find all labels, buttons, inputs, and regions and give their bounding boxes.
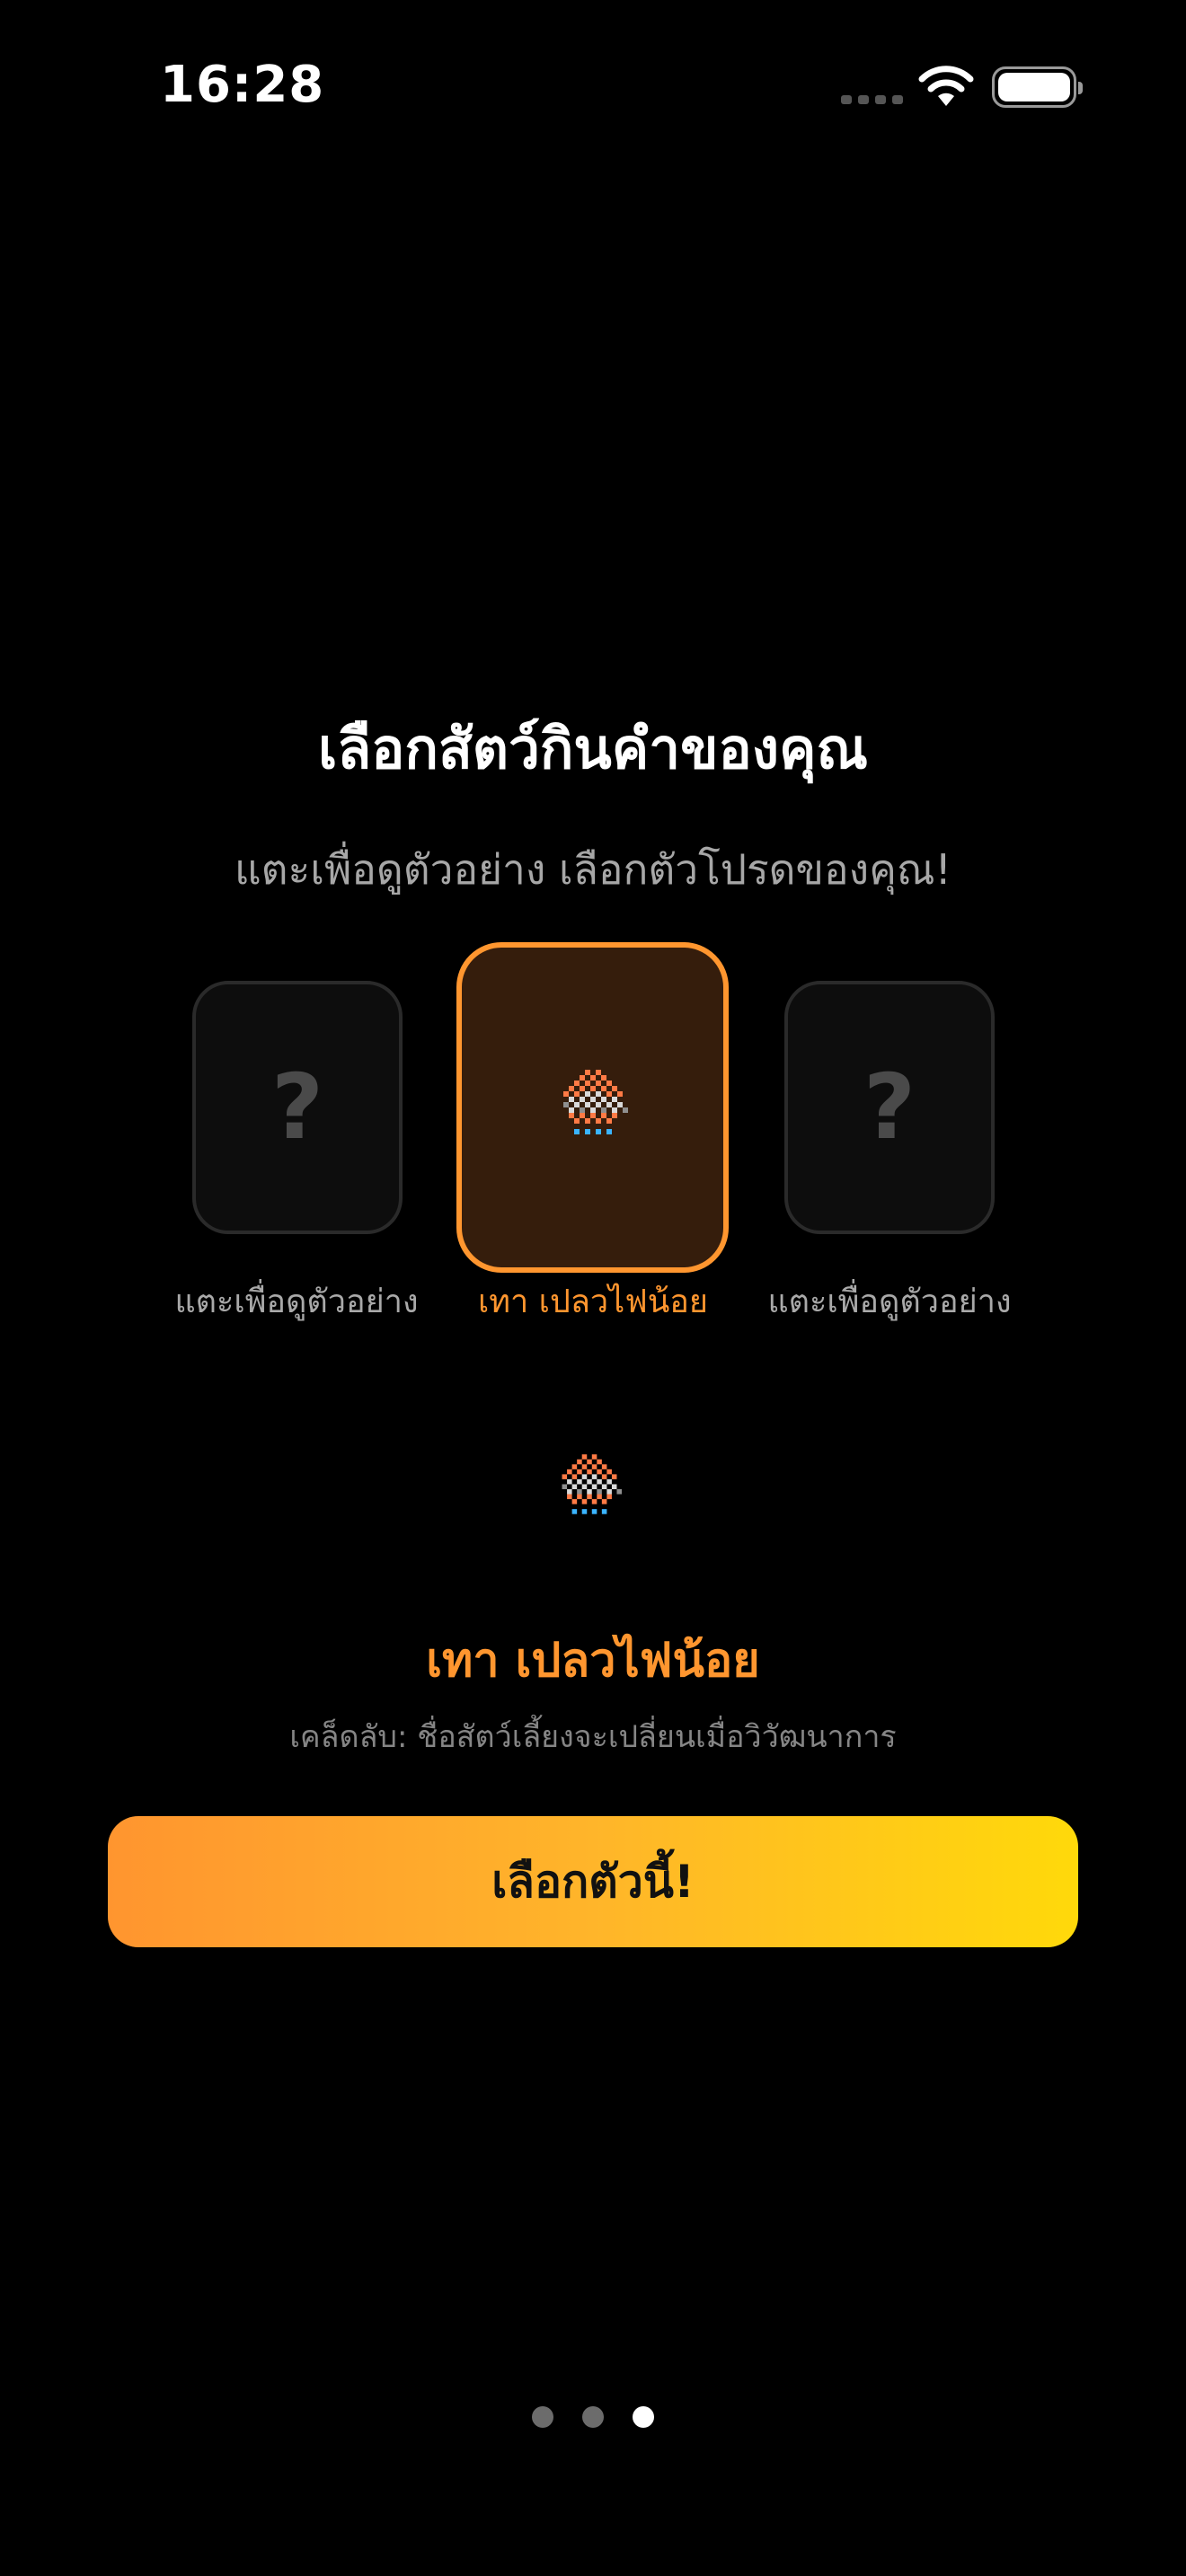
pet-card-label-left: แตะเพื่อดูตัวอย่าง [174, 1284, 419, 1320]
page-dot-3-active[interactable] [633, 2406, 654, 2428]
choose-pet-button[interactable]: เลือกตัวนี้! [108, 1816, 1078, 1947]
pet-card-locked-left[interactable]: ? [192, 981, 403, 1234]
page-subtitle: แตะเพื่อดูตัวอย่าง เลือกตัวโปรดของคุณ! [235, 845, 951, 894]
page-dot-1[interactable] [532, 2406, 553, 2428]
status-time: 16:28 [160, 56, 325, 114]
pet-name: เทา เปลวไฟน้อย [426, 1634, 760, 1688]
flame-pet-icon [563, 1070, 628, 1134]
battery-icon [992, 66, 1083, 108]
wifi-icon [918, 66, 974, 106]
pet-card-selected[interactable] [456, 942, 729, 1273]
pet-card-locked-right[interactable]: ? [784, 981, 995, 1234]
evolution-tip: เคล็ดลับ: ชื่อสัตว์เลี้ยงจะเปลี่ยนเมื่อว… [289, 1719, 897, 1755]
pet-preview-icon [562, 1454, 622, 1514]
cellular-signal-icon [841, 95, 903, 104]
question-mark-icon: ? [270, 1054, 323, 1160]
page-indicator[interactable] [532, 2406, 654, 2430]
pet-card-label-selected: เทา เปลวไฟน้อย [477, 1284, 709, 1320]
pet-card-label-right: แตะเพื่อดูตัวอย่าง [767, 1284, 1012, 1320]
question-mark-icon: ? [863, 1054, 916, 1160]
page-title: เลือกสัตว์กินคำของคุณ [318, 716, 868, 781]
page-dot-2[interactable] [582, 2406, 604, 2428]
